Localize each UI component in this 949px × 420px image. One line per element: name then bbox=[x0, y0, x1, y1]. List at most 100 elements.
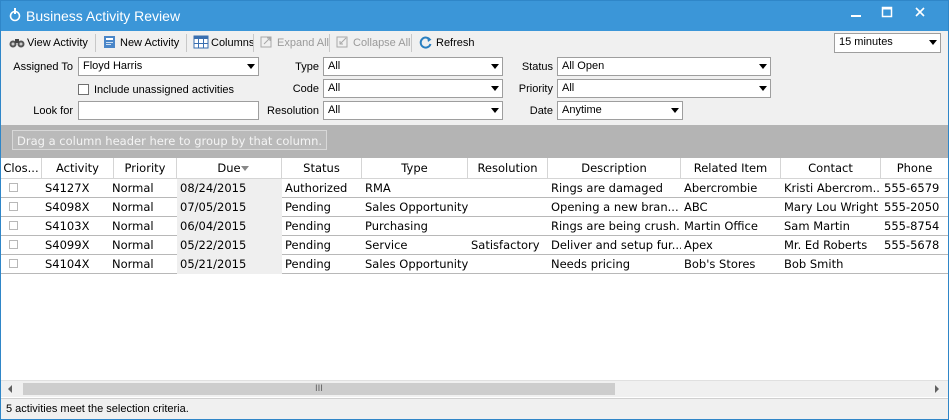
chevron-down-icon bbox=[491, 108, 499, 113]
new-activity-icon bbox=[104, 36, 115, 48]
code-select[interactable]: All bbox=[323, 79, 503, 98]
binoculars-icon bbox=[9, 39, 25, 48]
description-cell: Deliver and setup fur... bbox=[551, 238, 681, 252]
phone-cell: 555-5678 bbox=[884, 238, 940, 252]
close-icon bbox=[915, 7, 925, 17]
chevron-down-icon bbox=[759, 86, 767, 91]
priority-cell: Normal bbox=[112, 181, 154, 195]
app-icon bbox=[9, 8, 21, 22]
closed-checkbox[interactable] bbox=[9, 183, 18, 192]
column-header-related-item[interactable]: Related Item bbox=[681, 158, 781, 179]
include-unassigned-checkbox[interactable] bbox=[78, 84, 89, 95]
column-header-status[interactable]: Status bbox=[282, 158, 362, 179]
new-activity-button[interactable]: New Activity bbox=[102, 34, 179, 52]
activity-cell: S4103X bbox=[45, 219, 90, 233]
chevron-down-icon bbox=[247, 64, 255, 69]
priority-select[interactable]: All bbox=[557, 79, 771, 98]
type-select[interactable]: All bbox=[323, 57, 503, 76]
table-row[interactable]: S4103X Normal 06/04/2015 Pending Purchas… bbox=[1, 217, 948, 236]
columns-button[interactable]: Columns bbox=[193, 34, 254, 52]
sort-descending-icon bbox=[241, 166, 249, 171]
collapse-all-icon bbox=[336, 36, 348, 48]
priority-cell: Normal bbox=[112, 200, 154, 214]
close-button[interactable] bbox=[907, 4, 933, 26]
activity-cell: S4104X bbox=[45, 257, 90, 271]
closed-checkbox[interactable] bbox=[9, 202, 18, 211]
refresh-interval-select[interactable]: 15 minutes bbox=[834, 33, 941, 53]
type-cell: Sales Opportunity bbox=[365, 200, 468, 214]
new-activity-label: New Activity bbox=[120, 37, 180, 49]
table-row[interactable]: S4127X Normal 08/24/2015 Authorized RMA … bbox=[1, 179, 948, 198]
refresh-interval-value: 15 minutes bbox=[839, 36, 893, 48]
status-cell: Pending bbox=[285, 238, 331, 252]
contact-cell: Mary Lou Wright bbox=[784, 200, 879, 214]
type-label: Type bbox=[295, 61, 319, 73]
column-header-priority[interactable]: Priority bbox=[114, 158, 177, 179]
title-bar[interactable]: Business Activity Review bbox=[1, 1, 948, 31]
closed-checkbox[interactable] bbox=[9, 240, 18, 249]
toolbar: View Activity New Activity Columns Expan… bbox=[1, 31, 948, 55]
due-cell: 07/05/2015 bbox=[177, 198, 282, 217]
expand-all-icon bbox=[260, 36, 272, 48]
table-row[interactable]: S4099X Normal 05/22/2015 Pending Service… bbox=[1, 236, 948, 255]
column-header-closed[interactable]: Clos... bbox=[1, 158, 42, 179]
column-header-due-label: Due bbox=[217, 161, 241, 175]
column-header-description[interactable]: Description bbox=[548, 158, 681, 179]
view-activity-label: View Activity bbox=[27, 37, 88, 49]
collapse-all-button[interactable]: Collapse All bbox=[335, 34, 410, 52]
assigned-to-select[interactable]: Floyd Harris bbox=[78, 57, 259, 76]
chevron-down-icon bbox=[929, 40, 937, 45]
toolbar-separator bbox=[95, 34, 96, 52]
minimize-button[interactable] bbox=[843, 4, 869, 26]
contact-cell: Bob Smith bbox=[784, 257, 844, 271]
horizontal-scrollbar[interactable]: III bbox=[1, 380, 948, 397]
chevron-down-icon bbox=[491, 64, 499, 69]
priority-cell: Normal bbox=[112, 238, 154, 252]
closed-checkbox[interactable] bbox=[9, 259, 18, 268]
description-cell: Opening a new bran... bbox=[551, 200, 679, 214]
scroll-left-icon[interactable] bbox=[8, 385, 12, 393]
resolution-cell bbox=[468, 198, 548, 217]
group-by-panel[interactable]: Drag a column header here to group by th… bbox=[1, 125, 948, 158]
status-cell: Pending bbox=[285, 200, 331, 214]
related-item-cell: Martin Office bbox=[684, 219, 758, 233]
column-header-resolution[interactable]: Resolution bbox=[468, 158, 548, 179]
toolbar-separator bbox=[411, 34, 412, 52]
scroll-right-icon[interactable] bbox=[935, 385, 939, 393]
date-select[interactable]: Anytime bbox=[557, 101, 683, 120]
column-header-due[interactable]: Due bbox=[177, 158, 282, 179]
view-activity-button[interactable]: View Activity bbox=[9, 34, 88, 52]
type-cell: Purchasing bbox=[365, 219, 428, 233]
column-header-activity[interactable]: Activity bbox=[42, 158, 114, 179]
closed-checkbox[interactable] bbox=[9, 221, 18, 230]
status-cell: Pending bbox=[285, 257, 331, 271]
column-header-contact[interactable]: Contact bbox=[781, 158, 881, 179]
status-cell: Pending bbox=[285, 219, 331, 233]
activity-cell: S4098X bbox=[45, 200, 90, 214]
look-for-label: Look for bbox=[33, 105, 73, 117]
resolution-value: All bbox=[328, 104, 341, 116]
table-row[interactable]: S4104X Normal 05/21/2015 Pending Sales O… bbox=[1, 255, 948, 274]
column-header-phone[interactable]: Phone bbox=[881, 158, 948, 179]
table-row[interactable]: S4098X Normal 07/05/2015 Pending Sales O… bbox=[1, 198, 948, 217]
chevron-down-icon bbox=[491, 86, 499, 91]
status-bar: 5 activities meet the selection criteria… bbox=[1, 398, 948, 419]
resolution-select[interactable]: All bbox=[323, 101, 503, 120]
group-by-hint: Drag a column header here to group by th… bbox=[12, 130, 328, 150]
contact-cell: Kristi Abercrom... bbox=[784, 181, 881, 195]
status-select[interactable]: All Open bbox=[557, 57, 771, 76]
date-label: Date bbox=[529, 105, 553, 117]
type-cell: Service bbox=[365, 238, 408, 252]
assigned-to-label: Assigned To bbox=[13, 61, 73, 73]
refresh-button[interactable]: Refresh bbox=[418, 34, 475, 52]
maximize-button[interactable] bbox=[874, 4, 900, 26]
look-for-input[interactable] bbox=[78, 101, 259, 120]
related-item-cell: Bob's Stores bbox=[684, 257, 756, 271]
status-value: All Open bbox=[562, 60, 605, 72]
priority-cell: Normal bbox=[112, 219, 154, 233]
columns-icon bbox=[193, 35, 209, 49]
expand-all-button[interactable]: Expand All bbox=[259, 34, 329, 52]
resolution-cell bbox=[468, 255, 548, 274]
column-header-type[interactable]: Type bbox=[362, 158, 468, 179]
related-item-cell: Abercrombie bbox=[684, 181, 758, 195]
